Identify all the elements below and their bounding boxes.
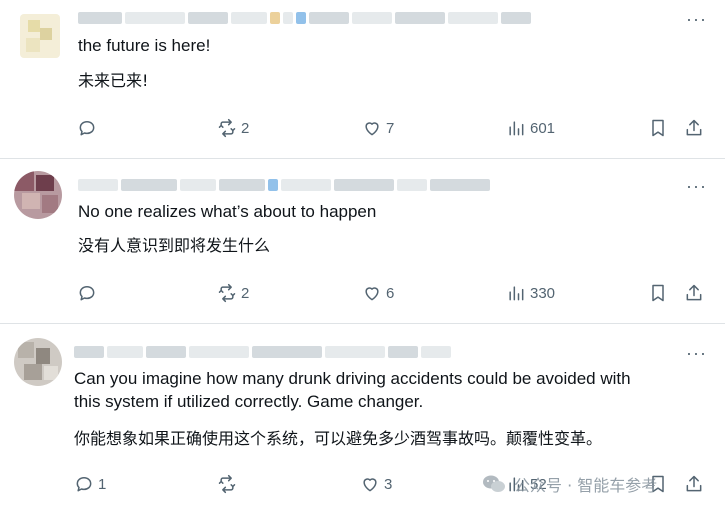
post-text-cn: 没有人意识到即将发生什么 <box>78 236 271 255</box>
reply-bubble-icon <box>79 286 95 301</box>
author-name-blurred[interactable] <box>74 344 451 360</box>
like-count: 3 <box>384 475 393 493</box>
reply-bubble-icon <box>79 121 95 136</box>
more-options-button[interactable]: ··· <box>686 10 707 28</box>
more-options-button[interactable]: ··· <box>686 177 707 195</box>
repost-button[interactable]: 2 <box>217 118 249 138</box>
more-options-button[interactable]: ··· <box>686 344 707 362</box>
views-count: 601 <box>530 119 556 137</box>
repost-button[interactable]: 2 <box>217 283 249 303</box>
heart-icon <box>365 287 379 301</box>
like-button[interactable]: 3 <box>360 474 392 494</box>
post-text-cn: 未来已来! <box>78 71 149 90</box>
post-text-en: the future is here! <box>78 36 211 55</box>
heart-icon <box>365 122 379 136</box>
post-2[interactable]: ··· No one realizes what’s about to happ… <box>0 158 725 322</box>
bookmark-button[interactable] <box>648 118 668 138</box>
bookmark-icon <box>652 284 664 302</box>
watermark-text: 公众号 · 智能车参考 <box>514 476 658 495</box>
watermark: 公众号 · 智能车参考 <box>482 472 657 496</box>
post-text-en-line1: Can you imagine how many drunk driving a… <box>74 369 631 388</box>
reply-button[interactable] <box>77 118 101 138</box>
reply-button[interactable] <box>77 283 101 303</box>
repost-count: 2 <box>241 119 250 137</box>
bar-chart-icon <box>509 286 524 301</box>
author-name-blurred[interactable] <box>78 177 490 193</box>
action-bar: 2 7 601 <box>0 118 725 142</box>
avatar[interactable] <box>20 14 60 58</box>
post-text-en: No one realizes what’s about to happen <box>78 202 377 221</box>
bar-chart-icon <box>509 121 524 136</box>
post-1[interactable]: ··· the future is here! 未来已来! 2 7 601 <box>0 0 725 156</box>
repost-count: 2 <box>241 284 250 302</box>
share-button[interactable] <box>684 118 704 138</box>
share-upload-icon <box>686 119 702 136</box>
repost-arrows-icon <box>218 283 236 303</box>
wechat-logo-icon <box>482 474 506 494</box>
repost-button[interactable] <box>217 474 241 494</box>
author-name-blurred[interactable] <box>78 10 531 26</box>
repost-arrows-icon <box>218 118 236 138</box>
avatar[interactable] <box>14 171 62 219</box>
reply-bubble-icon <box>76 477 92 492</box>
share-upload-icon <box>686 475 702 492</box>
bookmark-icon <box>652 119 664 137</box>
like-button[interactable]: 6 <box>362 283 394 303</box>
reply-count: 1 <box>98 475 107 493</box>
share-button[interactable] <box>684 283 704 303</box>
views-count: 330 <box>530 284 556 302</box>
bookmark-button[interactable] <box>648 283 668 303</box>
views-button[interactable]: 601 <box>506 118 555 138</box>
action-bar: 2 6 330 <box>0 283 725 307</box>
share-button[interactable] <box>684 474 704 494</box>
heart-icon <box>363 478 377 492</box>
like-count: 6 <box>386 284 395 302</box>
like-button[interactable]: 7 <box>362 118 394 138</box>
reply-button[interactable]: 1 <box>74 474 106 494</box>
views-button[interactable]: 330 <box>506 283 555 303</box>
like-count: 7 <box>386 119 395 137</box>
avatar[interactable] <box>14 338 62 386</box>
repost-arrows-icon <box>218 474 236 494</box>
post-text-en-line2: this system if utilized correctly. Game … <box>74 392 424 411</box>
post-text-cn: 你能想象如果正确使用这个系统，可以避免多少酒驾事故吗。颠覆性变革。 <box>74 429 603 448</box>
share-upload-icon <box>686 284 702 301</box>
